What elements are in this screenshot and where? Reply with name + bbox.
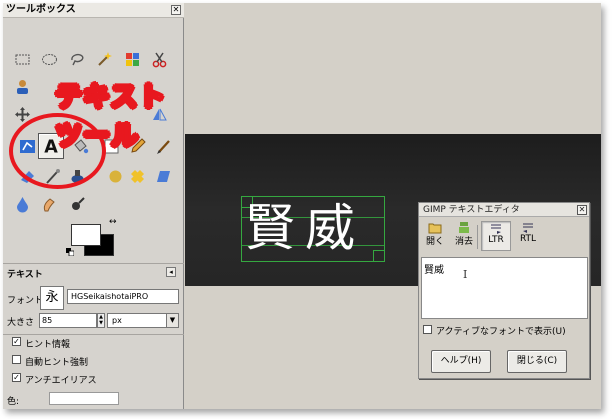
text-color-button[interactable] bbox=[49, 392, 119, 405]
font-size-input[interactable]: 85 bbox=[39, 313, 97, 328]
rect-select-icon[interactable] bbox=[14, 51, 31, 68]
text-editor-dialog: GIMP テキストエディタ ✕ 開く 消去 LTR RTL 賢威 I アクティブ… bbox=[418, 202, 590, 379]
force-autohint-checkbox[interactable] bbox=[12, 355, 21, 364]
color-label: 色: bbox=[7, 397, 20, 407]
options-divider bbox=[3, 334, 184, 335]
hinting-label: ヒント情報 bbox=[25, 340, 71, 350]
size-unit-value: px bbox=[112, 316, 122, 325]
folder-open-icon bbox=[428, 223, 442, 234]
force-autohint-label: 自動ヒント強制 bbox=[25, 358, 89, 368]
swap-colors-icon[interactable]: ↔ bbox=[109, 217, 119, 227]
image-canvas-area: 賢威 GIMP テキストエディタ ✕ 開く 消去 LTR RTL 賢威 I アク… bbox=[185, 3, 601, 409]
rtl-icon bbox=[523, 223, 533, 233]
clear-icon bbox=[459, 222, 469, 233]
foreground-select-icon[interactable] bbox=[14, 78, 31, 95]
rtl-button-label: RTL bbox=[519, 234, 537, 244]
toolbox-title-text: ツールボックス bbox=[6, 4, 76, 15]
toolbar-separator bbox=[477, 225, 478, 249]
open-button-label: 開く bbox=[425, 237, 444, 247]
heal-icon[interactable] bbox=[129, 168, 146, 185]
default-colors-icon[interactable] bbox=[66, 246, 75, 257]
antialias-label: アンチエイリアス bbox=[25, 376, 97, 386]
chevron-down-icon: ▼ bbox=[166, 314, 178, 327]
screenshot-frame: ツールボックス ✕ A テキストツール ↔ テキスト ◂ フォント: 永 HGS… bbox=[3, 3, 601, 409]
scissors-icon[interactable] bbox=[151, 51, 168, 68]
tool-options-menu-button[interactable]: ◂ bbox=[166, 267, 176, 277]
font-preview-button[interactable]: 永 bbox=[40, 286, 64, 310]
foreground-color-swatch[interactable] bbox=[71, 224, 101, 246]
use-selected-font-checkbox[interactable] bbox=[423, 325, 432, 334]
text-editor-title-text: GIMP テキストエディタ bbox=[423, 205, 520, 215]
text-editor-title: GIMP テキストエディタ ✕ bbox=[419, 203, 589, 217]
font-name-input[interactable]: HGSeikaishotaiPRO bbox=[67, 289, 179, 304]
clear-button[interactable]: 消去 bbox=[450, 221, 478, 251]
open-button[interactable]: 開く bbox=[421, 221, 449, 251]
fg-bg-color-swatches: ↔ bbox=[66, 217, 122, 261]
smudge-icon[interactable] bbox=[41, 196, 58, 213]
blur-icon[interactable] bbox=[14, 196, 31, 213]
ltr-button-label: LTR bbox=[488, 235, 504, 245]
perspective-clone-icon[interactable] bbox=[155, 168, 172, 185]
dodge-burn-icon[interactable] bbox=[69, 196, 86, 213]
ltr-icon bbox=[491, 224, 501, 234]
size-label: 大きさ bbox=[7, 318, 35, 328]
ltr-button[interactable]: LTR bbox=[481, 221, 511, 251]
help-button[interactable]: ヘルプ(H) bbox=[431, 350, 491, 373]
antialias-checkbox[interactable]: ✓ bbox=[12, 373, 21, 382]
rtl-button[interactable]: RTL bbox=[513, 221, 543, 251]
use-selected-font-label: アクティブなフォントで表示(U) bbox=[436, 327, 566, 337]
hinting-checkbox[interactable]: ✓ bbox=[12, 337, 21, 346]
ellipse-select-icon[interactable] bbox=[41, 51, 58, 68]
close-icon[interactable]: ✕ bbox=[577, 205, 587, 215]
font-size-stepper[interactable]: ▲ ▼ bbox=[97, 313, 105, 328]
text-tool-callout: テキストツール bbox=[54, 81, 167, 153]
clear-button-label: 消去 bbox=[454, 237, 473, 247]
toolbox-panel: ツールボックス ✕ A テキストツール ↔ テキスト ◂ フォント: 永 HGS… bbox=[3, 3, 184, 409]
clone-icon[interactable] bbox=[107, 168, 124, 185]
tool-options-title: テキスト bbox=[7, 270, 43, 280]
text-editor-content: 賢威 bbox=[424, 265, 444, 276]
canvas-text: 賢威 bbox=[245, 199, 365, 257]
text-cursor-icon: I bbox=[463, 268, 468, 281]
free-select-icon[interactable] bbox=[69, 51, 86, 68]
size-unit-select[interactable]: px ▼ bbox=[107, 313, 179, 328]
text-editor-textarea[interactable]: 賢威 I bbox=[421, 257, 588, 319]
toolbox-close-button[interactable]: ✕ bbox=[171, 5, 181, 15]
fuzzy-select-icon[interactable] bbox=[96, 51, 113, 68]
color-select-icon[interactable] bbox=[124, 51, 141, 68]
toolbox-divider bbox=[3, 263, 184, 264]
close-button[interactable]: 閉じる(C) bbox=[507, 350, 567, 373]
resize-handle[interactable] bbox=[373, 250, 385, 262]
toolbox-title: ツールボックス ✕ bbox=[3, 3, 184, 18]
